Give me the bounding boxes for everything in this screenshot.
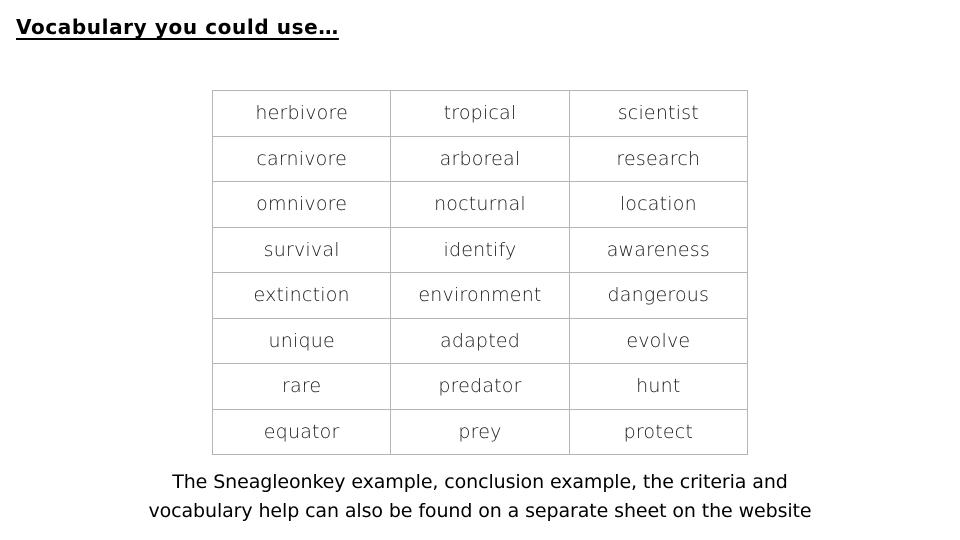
caption-line-1: The Sneagleonkey example, conclusion exa…	[172, 471, 788, 493]
vocabulary-table-container: herbivore tropical scientist carnivore a…	[211, 90, 749, 455]
caption-block: The Sneagleonkey example, conclusion exa…	[0, 468, 960, 526]
vocab-cell: herbivore	[211, 90, 392, 137]
vocab-cell: extinction	[211, 272, 392, 319]
vocab-cell: prey	[390, 408, 570, 455]
caption-line-2: vocabulary help can also be found on a s…	[148, 500, 812, 522]
vocab-cell: nocturnal	[390, 181, 570, 228]
table-row: rare predator hunt	[211, 363, 749, 410]
vocab-cell: omnivore	[211, 181, 392, 228]
table-row: extinction environment dangerous	[211, 272, 749, 319]
table-row: carnivore arboreal research	[211, 135, 749, 182]
vocab-cell: environment	[390, 272, 570, 319]
vocab-cell: scientist	[568, 90, 749, 137]
vocab-cell: dangerous	[568, 272, 749, 319]
vocab-cell: arboreal	[390, 135, 570, 182]
vocab-cell: survival	[211, 226, 392, 273]
vocab-cell: tropical	[390, 90, 570, 137]
vocab-cell: carnivore	[211, 135, 392, 182]
vocab-cell: awareness	[568, 226, 749, 273]
vocab-cell: rare	[211, 363, 392, 410]
vocab-cell: unique	[211, 317, 392, 364]
table-row: survival identify awareness	[211, 226, 749, 273]
vocabulary-table: herbivore tropical scientist carnivore a…	[211, 90, 749, 455]
vocab-cell: research	[568, 135, 749, 182]
table-row: unique adapted evolve	[211, 317, 749, 364]
vocab-cell: hunt	[568, 363, 749, 410]
table-row: omnivore nocturnal location	[211, 181, 749, 228]
vocab-cell: adapted	[390, 317, 570, 364]
vocab-cell: identify	[390, 226, 570, 273]
vocab-cell: protect	[568, 408, 749, 455]
vocab-cell: equator	[211, 408, 392, 455]
vocab-cell: evolve	[568, 317, 749, 364]
vocab-cell: location	[568, 181, 749, 228]
page-title: Vocabulary you could use…	[16, 15, 339, 39]
vocab-cell: predator	[390, 363, 570, 410]
table-row: equator prey protect	[211, 408, 749, 455]
table-row: herbivore tropical scientist	[211, 90, 749, 137]
vocabulary-table-body: herbivore tropical scientist carnivore a…	[211, 90, 749, 455]
